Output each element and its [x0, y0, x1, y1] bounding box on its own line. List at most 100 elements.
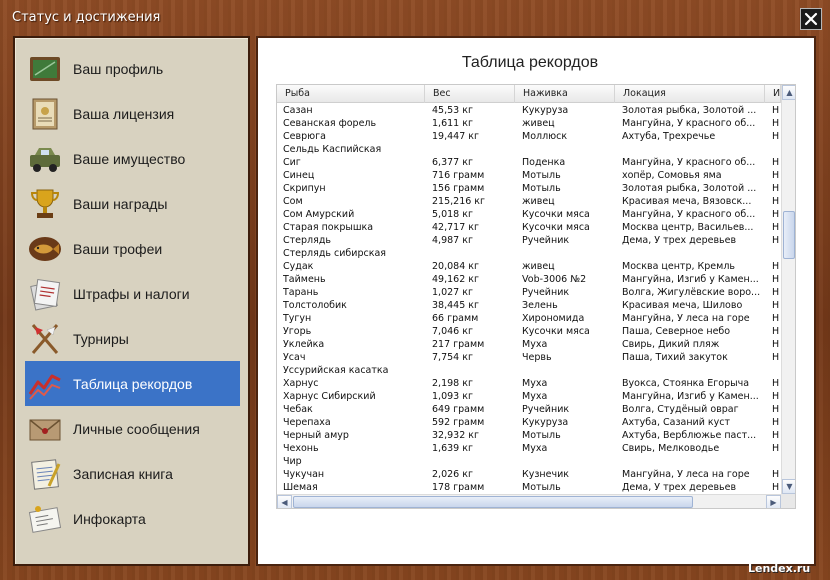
cell-location: хопёр, Сомовья яма [622, 170, 722, 181]
table-row[interactable]: Харнус Сибирский 1,093 кг Муха Мангуйна, Из… [277, 390, 781, 403]
sidebar-item-awards[interactable]: Ваши награды [25, 181, 240, 226]
scroll-right-button[interactable]: ▶ [766, 495, 781, 508]
sidebar-item-property[interactable]: Ваше имущество [25, 136, 240, 181]
cell-location: Волга, Студёный овраг [622, 404, 739, 415]
cell-weight: 1,639 кг [432, 443, 473, 454]
sidebar-item-label: Ваш профиль [73, 60, 164, 77]
scroll-up-button[interactable]: ▲ [782, 85, 795, 100]
cell-location: Золотая рыбка, Золотой ... [622, 105, 757, 116]
table-row[interactable]: Сельдь Каспийская [277, 143, 781, 156]
table-row[interactable]: Черепаха 592 грамм Кукуруза Ахтуба, Сазаний… [277, 416, 781, 429]
sidebar-item-messages[interactable]: Личные сообщения [25, 406, 240, 451]
cell-weight: 7,046 кг [432, 326, 473, 337]
sidebar-item-label: Ваши трофеи [73, 240, 163, 257]
cell-location: Свирь, Мелководье [622, 443, 720, 454]
table-row[interactable]: Уклейка 217 грамм Муха Свирь, Дикий пляж Н [277, 338, 781, 351]
cell-fish: Севанская форель [283, 118, 377, 129]
sidebar-item-notebook[interactable]: Записная книга [25, 451, 240, 496]
cell-bait: Зелень [522, 300, 558, 311]
table-row[interactable]: Толстолобик 38,445 кг Зелень Красивая меча,… [277, 299, 781, 312]
scroll-down-button[interactable]: ▼ [782, 479, 795, 494]
column-header-weight[interactable]: Вес [425, 85, 515, 103]
table-row[interactable]: Тарань 1,027 кг Ручейник Волга, Жигулёвские… [277, 286, 781, 299]
cell-fish: Чир [283, 456, 302, 467]
cell-fish: Чебак [283, 404, 313, 415]
table-row[interactable]: Уссурийская касатка [277, 364, 781, 377]
cell-bait: Кукуруза [522, 417, 569, 428]
sidebar-item-label: Ваши награды [73, 195, 168, 212]
table-row[interactable]: Стерлядь 4,987 кг Ручейник Дема, У трех дер… [277, 234, 781, 247]
cell-bait: Муха [522, 391, 548, 402]
cell-weight: 592 грамм [432, 417, 485, 428]
vertical-scroll-thumb[interactable] [783, 211, 795, 259]
table-row[interactable]: Судак 20,084 кг живец Москва центр, Кремль Н [277, 260, 781, 273]
sidebar-item-trophies[interactable]: Ваши трофеи [25, 226, 240, 271]
records-panel: Таблица рекордов Рыба Вес Наживка Локаци… [256, 36, 816, 566]
column-header-bait[interactable]: Наживка [515, 85, 615, 103]
cell-weight: 215,216 кг [432, 196, 486, 207]
sidebar-item-tournaments[interactable]: Турниры [25, 316, 240, 361]
sidebar-item-infocard[interactable]: Инфокарта [25, 496, 240, 541]
cell-bait: Мотыль [522, 482, 561, 493]
sidebar-item-profile[interactable]: Ваш профиль [25, 46, 240, 91]
scroll-left-button[interactable]: ◀ [277, 495, 292, 508]
table-row[interactable]: Усач 7,754 кг Червь Паша, Тихий закуток Н [277, 351, 781, 364]
cell-bait: Поденка [522, 157, 566, 168]
cell-location: Паша, Тихий закуток [622, 352, 728, 363]
table-row[interactable]: Чебак 649 грамм Ручейник Волга, Студёный ов… [277, 403, 781, 416]
horizontal-scroll-thumb[interactable] [293, 496, 693, 508]
cell-weight: 49,162 кг [432, 274, 479, 285]
sidebar-item-license[interactable]: Ваша лицензия [25, 91, 240, 136]
column-header-fish[interactable]: Рыба [277, 85, 425, 103]
cell-fish: Сом [283, 196, 303, 207]
cell-location: Паша, Северное небо [622, 326, 731, 337]
cell-fish: Сом Амурский [283, 209, 355, 220]
cell-fish: Севрюга [283, 131, 326, 142]
cell-fish: Тарань [283, 287, 319, 298]
table-row[interactable]: Чир [277, 455, 781, 468]
cell-bait: Кукуруза [522, 105, 569, 116]
sidebar-item-records[interactable]: Таблица рекордов [25, 361, 240, 406]
table-row[interactable]: Сазан 45,53 кг Кукуруза Золотая рыбка, Золо… [277, 104, 781, 117]
table-row[interactable]: Севанская форель 1,611 кг живец Мангуйна, У… [277, 117, 781, 130]
table-row[interactable]: Стерлядь сибирская [277, 247, 781, 260]
table-row[interactable]: Синец 716 грамм Мотыль хопёр, Сомовья яма Н [277, 169, 781, 182]
sidebar-item-label: Таблица рекордов [73, 375, 193, 392]
table-row[interactable]: Чехонь 1,639 кг Муха Свирь, Мелководье Н [277, 442, 781, 455]
table-row[interactable]: Сиг 6,377 кг Поденка Мангуйна, У красного о… [277, 156, 781, 169]
cell-weight: 649 грамм [432, 404, 485, 415]
envelope-icon [29, 418, 61, 440]
table-row[interactable]: Старая покрышка 42,717 кг Кусочки мяса Моск… [277, 221, 781, 234]
close-button[interactable] [800, 8, 822, 30]
chevron-up-icon: ▲ [786, 88, 793, 97]
table-row[interactable]: Угорь 7,046 кг Кусочки мяса Паша, Северное … [277, 325, 781, 338]
sidebar-item-fines[interactable]: Штрафы и налоги [25, 271, 240, 316]
vertical-scrollbar[interactable]: ▲ ▼ [781, 85, 795, 494]
cell-weight [432, 364, 517, 377]
cell-weight: 2,198 кг [432, 378, 473, 389]
table-row[interactable]: Севрюга 19,447 кг Моллюск Ахтуба, Трехречье… [277, 130, 781, 143]
table-row[interactable]: Черный амур 32,932 кг Мотыль Ахтуба, Верблю… [277, 429, 781, 442]
cell-fish: Усач [283, 352, 306, 363]
table-row[interactable]: Сом Амурский 5,018 кг Кусочки мяса Мангуйна… [277, 208, 781, 221]
trophy-cup-icon [30, 189, 60, 218]
column-header-location[interactable]: Локация [615, 85, 765, 103]
cell-fish: Синец [283, 170, 315, 181]
cell-weight: 20,084 кг [432, 261, 479, 272]
cell-weight [432, 247, 517, 260]
table-row[interactable]: Чукучан 2,026 кг Кузнечик Мангуйна, У леса … [277, 468, 781, 481]
cell-fish: Тугун [283, 313, 312, 324]
cell-bait: Кузнечик [522, 469, 569, 480]
table-row[interactable]: Таймень 49,162 кг Vob-3006 №2 Мангуйна, Изг… [277, 273, 781, 286]
column-header-extra[interactable]: И [765, 85, 781, 103]
cell-bait: Моллюск [522, 131, 568, 142]
cell-weight: 66 грамм [432, 313, 479, 324]
table-row[interactable]: Тугун 66 грамм Хирономида Мангуйна, У леса … [277, 312, 781, 325]
horizontal-scrollbar[interactable]: ◀ ▶ [277, 494, 781, 508]
table-row[interactable]: Шемая 178 грамм Мотыль Дема, У трех деревье… [277, 481, 781, 494]
cell-fish: Стерлядь сибирская [283, 248, 386, 259]
table-row[interactable]: Харнус 2,198 кг Муха Вуокса, Стоянка Егорыч… [277, 377, 781, 390]
cell-weight: 7,754 кг [432, 352, 473, 363]
table-row[interactable]: Скрипун 156 грамм Мотыль Золотая рыбка, Зол… [277, 182, 781, 195]
table-row[interactable]: Сом 215,216 кг живец Красивая меча, Вязовск… [277, 195, 781, 208]
